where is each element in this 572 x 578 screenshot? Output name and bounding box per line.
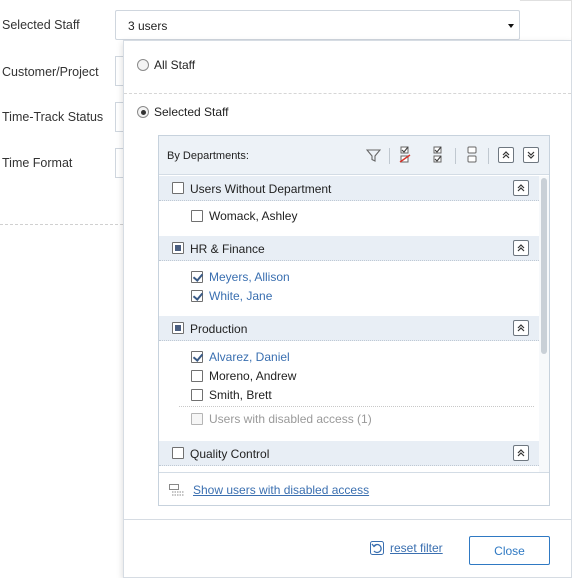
user-label: Alvarez, Daniel [209,350,290,364]
panel-header: By Departments: [159,136,549,175]
staff-list: Users Without Department Womack, Ashley … [159,176,549,472]
user-row[interactable]: Moreno, Andrew [159,366,539,385]
department-checkbox[interactable] [172,182,184,194]
popup-divider [124,93,571,94]
user-label: White, Jane [209,289,273,303]
department-label: HR & Finance [190,242,265,256]
double-chevron-up-icon [517,184,525,192]
user-row[interactable]: Meyers, Allison [159,267,539,286]
disabled-users-checkbox [191,413,203,425]
select-value: 3 users [128,19,168,33]
user-label: Meyers, Allison [209,270,290,284]
filter-icon[interactable] [364,146,382,164]
list-scrollbar-thumb[interactable] [541,178,547,354]
department-label: Quality Control [190,447,270,461]
department-row[interactable]: Users Without Department [159,176,539,201]
user-label: Moreno, Andrew [209,369,297,383]
form-divider [0,224,123,225]
user-checkbox[interactable] [191,370,203,382]
caret-down-icon [508,24,514,28]
toolbar-divider [389,148,390,164]
label-time-track-status: Time-Track Status [2,110,104,124]
panel-title: By Departments: [167,150,249,162]
panel-footer: Show users with disabled access [159,472,549,505]
label-time-format: Time Format [2,156,73,170]
selected-staff-select[interactable]: 3 users [115,10,520,40]
radio-all-staff[interactable]: All Staff [137,58,195,72]
list-scrollbar[interactable] [539,176,549,472]
reset-filter-link[interactable]: reset filter [370,541,443,555]
department-row[interactable]: HR & Finance [159,236,539,261]
user-row[interactable]: Alvarez, Daniel [159,347,539,366]
user-checkbox[interactable] [191,290,203,302]
department-collapse-button[interactable] [513,180,529,196]
department-collapse-button[interactable] [513,240,529,256]
expand-all-button[interactable] [498,147,514,163]
disabled-users-row[interactable]: Users with disabled access (1) [179,406,534,430]
user-checkbox[interactable] [191,351,203,363]
radio-selected-staff-input[interactable] [137,106,149,118]
double-chevron-up-icon [517,244,525,252]
popup-footer-divider [124,519,571,520]
double-chevron-down-icon [527,151,535,159]
reset-icon [370,541,384,555]
label-selected-staff: Selected Staff [2,18,80,32]
double-chevron-up-icon [517,449,525,457]
disabled-users-label: Users with disabled access (1) [209,412,372,426]
radio-all-staff-label: All Staff [154,58,196,72]
toolbar-divider [455,148,456,164]
collapse-all-icon[interactable] [463,146,481,164]
radio-selected-staff[interactable]: Selected Staff [137,105,229,119]
user-checkbox[interactable] [191,271,203,283]
departments-panel: By Departments: Users Without Department… [158,135,550,506]
show-disabled-users-link[interactable]: Show users with disabled access [193,483,369,497]
staff-filter-popup: All Staff Selected Staff By Departments: [123,40,572,578]
reset-filter-label: reset filter [390,541,443,555]
double-chevron-up-icon [502,151,510,159]
disabled-users-icon [169,484,185,499]
department-checkbox[interactable] [172,322,184,334]
department-collapse-button[interactable] [513,320,529,336]
close-button[interactable]: Close [469,536,550,565]
radio-all-staff-input[interactable] [137,59,149,71]
user-checkbox[interactable] [191,210,203,222]
toolbar-divider [488,148,489,164]
department-row[interactable]: Production [159,316,539,341]
radio-selected-staff-label: Selected Staff [154,105,229,119]
user-checkbox[interactable] [191,389,203,401]
department-collapse-button[interactable] [513,445,529,461]
label-customer-project: Customer/Project [2,65,99,79]
user-row[interactable]: Womack, Ashley [159,206,539,225]
user-row[interactable]: White, Jane [159,286,539,305]
user-row[interactable]: Smith, Brett [159,385,539,404]
department-checkbox[interactable] [172,447,184,459]
user-label: Womack, Ashley [209,209,298,223]
user-label: Smith, Brett [209,388,272,402]
uncheck-all-icon[interactable] [397,146,415,164]
department-label: Production [190,322,248,336]
department-row[interactable]: Quality Control [159,441,539,466]
double-chevron-up-icon [517,324,525,332]
check-all-icon[interactable] [430,146,448,164]
collapse-all-button[interactable] [523,147,539,163]
department-label: Users Without Department [190,182,332,196]
department-checkbox[interactable] [172,242,184,254]
